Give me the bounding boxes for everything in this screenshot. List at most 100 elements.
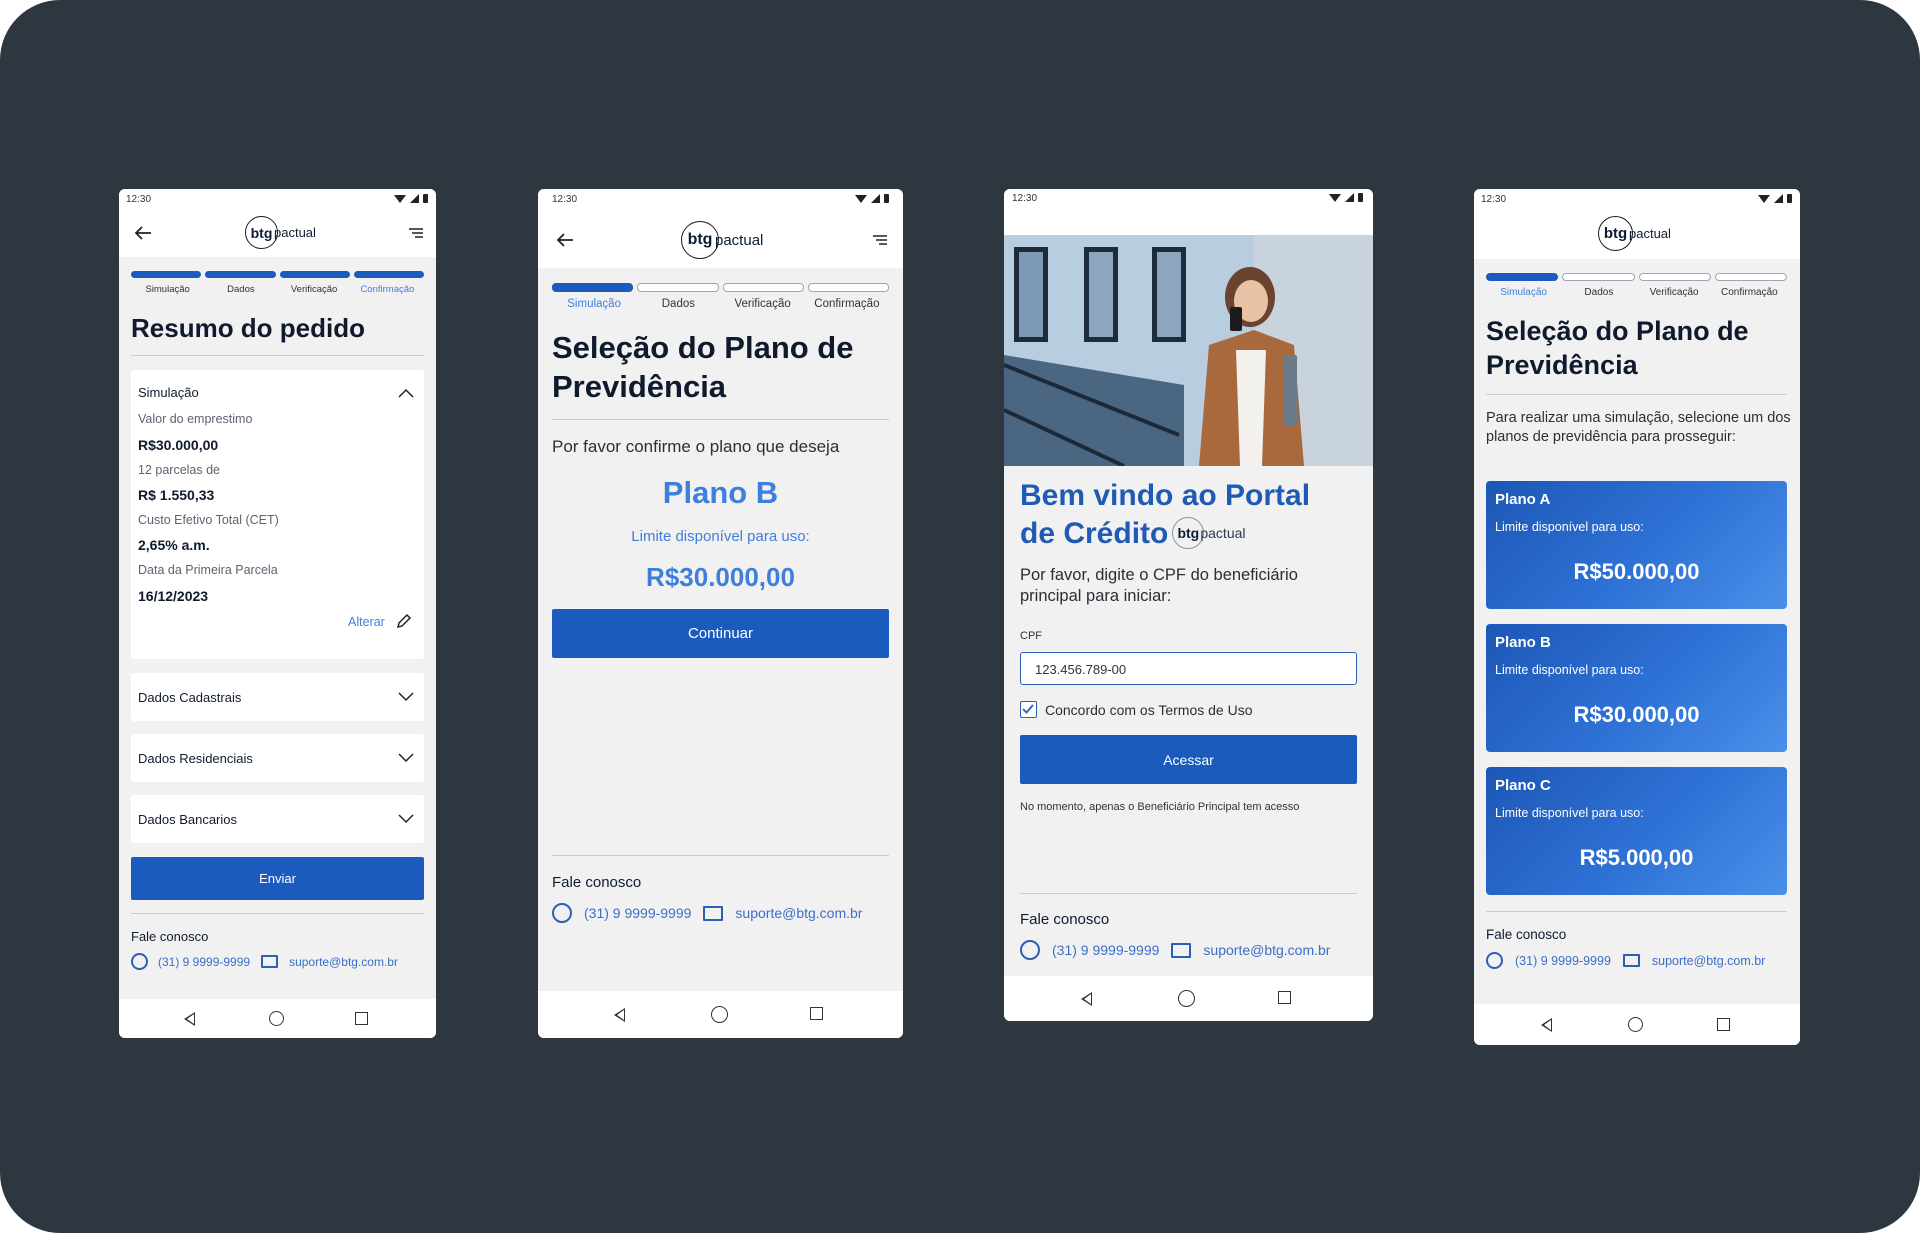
android-nav-bar bbox=[1004, 976, 1373, 1021]
app-header: btg pactual bbox=[119, 209, 436, 257]
contact-phone[interactable]: (31) 9 9999-9999 bbox=[584, 905, 691, 921]
simulation-card: Simulação Valor do emprestimo R$30.000,0… bbox=[131, 370, 424, 659]
pencil-icon[interactable] bbox=[396, 613, 412, 629]
menu-icon[interactable] bbox=[408, 227, 424, 239]
nav-home-icon[interactable] bbox=[1628, 1017, 1643, 1032]
chevron-up-icon[interactable] bbox=[398, 388, 414, 398]
step-label: Dados bbox=[1584, 287, 1614, 298]
contact-title: Fale conosco bbox=[1486, 927, 1567, 942]
chevron-down-icon[interactable] bbox=[398, 753, 414, 763]
contact-email[interactable]: suporte@btg.com.br bbox=[1203, 942, 1330, 958]
chevron-down-icon[interactable] bbox=[398, 814, 414, 824]
plan-card-name: Plano A bbox=[1495, 491, 1551, 508]
step-label: Verificação bbox=[734, 298, 791, 310]
terms-checkbox[interactable] bbox=[1020, 701, 1037, 718]
logo-word: pactual bbox=[1200, 524, 1246, 541]
progress-bar bbox=[552, 283, 889, 292]
mail-icon bbox=[703, 905, 724, 921]
progress-step-1 bbox=[131, 271, 202, 278]
nav-back-icon[interactable] bbox=[184, 1012, 195, 1026]
phone-screen-order-summary: 12:30 btg pactual Simulação Dados Verifica… bbox=[119, 189, 436, 1038]
plan-card-a[interactable]: Plano A Limite disponível para uso: R$50… bbox=[1486, 481, 1787, 609]
simulation-header[interactable]: Simulação bbox=[138, 385, 199, 400]
status-time: 12:30 bbox=[552, 194, 578, 205]
contact-phone[interactable]: (31) 9 9999-9999 bbox=[1052, 942, 1159, 958]
chevron-down-icon[interactable] bbox=[398, 692, 414, 702]
sim-row-value: 16/12/2023 bbox=[138, 588, 209, 604]
divider bbox=[131, 913, 424, 914]
step-label: Confirmação bbox=[814, 298, 880, 310]
progress-step-3 bbox=[722, 283, 804, 292]
welcome-title: Bem vindo ao Portal de Crédito btg pactu… bbox=[1020, 477, 1310, 552]
progress-step-4 bbox=[807, 283, 889, 292]
page-title: Seleção do Plano de Previdência bbox=[552, 329, 853, 407]
plan-card-limit-label: Limite disponível para uso: bbox=[1495, 806, 1644, 820]
signal-icon bbox=[1345, 193, 1354, 202]
nav-recent-icon[interactable] bbox=[810, 1007, 823, 1020]
whatsapp-icon bbox=[1020, 940, 1040, 960]
divider bbox=[552, 855, 889, 856]
step-label-active: Simulação bbox=[1500, 287, 1547, 298]
battery-icon bbox=[1358, 193, 1363, 202]
progress-bar bbox=[1486, 273, 1787, 281]
contact-email[interactable]: suporte@btg.com.br bbox=[735, 905, 862, 921]
cpf-input-value: 123.456.789-00 bbox=[1035, 662, 1127, 677]
progress-step-2 bbox=[205, 271, 276, 278]
page-title-line: Previdência bbox=[1486, 349, 1638, 380]
nav-recent-icon[interactable] bbox=[1717, 1018, 1730, 1031]
plan-card-c[interactable]: Plano C Limite disponível para uso: R$5.… bbox=[1486, 767, 1787, 895]
confirm-prompt: Por favor confirme o plano que deseja bbox=[552, 437, 840, 456]
nav-home-icon[interactable] bbox=[711, 1006, 728, 1023]
plan-card-value: R$30.000,00 bbox=[1573, 702, 1700, 727]
android-nav-bar bbox=[119, 999, 436, 1038]
status-time: 12:30 bbox=[1481, 194, 1507, 205]
status-icons bbox=[1758, 194, 1792, 203]
menu-icon[interactable] bbox=[872, 234, 888, 246]
contact-phone[interactable]: (31) 9 9999-9999 bbox=[158, 955, 250, 969]
signal-icon bbox=[871, 194, 880, 203]
cpf-input[interactable]: 123.456.789-00 bbox=[1020, 652, 1357, 685]
nav-recent-icon[interactable] bbox=[355, 1012, 368, 1025]
contact-row: (31) 9 9999-9999 suporte@btg.com.br bbox=[552, 903, 862, 923]
contact-row: (31) 9 9999-9999 suporte@btg.com.br bbox=[1486, 952, 1765, 969]
app-header: btg pactual bbox=[538, 213, 903, 268]
plan-card-b[interactable]: Plano B Limite disponível para uso: R$30… bbox=[1486, 624, 1787, 752]
intro-text: Para realizar uma simulação, selecione u… bbox=[1486, 410, 1791, 445]
terms-label[interactable]: Concordo com os Termos de Uso bbox=[1045, 702, 1253, 718]
nav-recent-icon[interactable] bbox=[1278, 991, 1291, 1004]
contact-phone[interactable]: (31) 9 9999-9999 bbox=[1515, 954, 1611, 968]
accordion-dados-bancarios[interactable]: Dados Bancarios bbox=[131, 795, 424, 843]
nav-home-icon[interactable] bbox=[269, 1011, 284, 1026]
status-bar: 12:30 bbox=[538, 189, 903, 213]
submit-button[interactable]: Enviar bbox=[131, 857, 424, 900]
contact-title: Fale conosco bbox=[1020, 911, 1110, 928]
cpf-instruction: Por favor, digite o CPF do beneficiário … bbox=[1020, 566, 1298, 606]
sim-row-label: Valor do emprestimo bbox=[138, 412, 253, 426]
nav-back-icon[interactable] bbox=[1541, 1018, 1552, 1032]
limit-value: R$30.000,00 bbox=[646, 562, 795, 592]
btg-pactual-logo: btg pactual bbox=[1598, 216, 1671, 251]
continue-button[interactable]: Continuar bbox=[552, 609, 889, 658]
signal-icon bbox=[1774, 194, 1783, 203]
step-labels: Simulação Dados Verificação Confirmação bbox=[131, 284, 424, 295]
nav-back-icon[interactable] bbox=[614, 1008, 625, 1022]
nav-home-icon[interactable] bbox=[1178, 990, 1195, 1007]
welcome-title-row: de Crédito btg pactual bbox=[1020, 515, 1310, 553]
accordion-dados-cadastrais[interactable]: Dados Cadastrais bbox=[131, 673, 424, 721]
contact-email[interactable]: suporte@btg.com.br bbox=[1652, 954, 1765, 968]
hero-image bbox=[1004, 235, 1373, 466]
page-title-line: Seleção do Plano de bbox=[552, 330, 854, 365]
contact-email[interactable]: suporte@btg.com.br bbox=[289, 955, 398, 969]
whatsapp-icon bbox=[552, 903, 572, 923]
back-arrow-icon[interactable] bbox=[554, 229, 576, 251]
step-label: Dados bbox=[227, 284, 255, 295]
edit-link[interactable]: Alterar bbox=[348, 615, 385, 629]
sim-row-value: R$30.000,00 bbox=[138, 437, 219, 453]
back-arrow-icon[interactable] bbox=[132, 222, 154, 244]
accordion-dados-residenciais[interactable]: Dados Residenciais bbox=[131, 734, 424, 782]
progress-step-4 bbox=[1714, 273, 1787, 281]
cpf-label: CPF bbox=[1020, 630, 1042, 642]
progress-step-4 bbox=[353, 271, 424, 278]
nav-back-icon[interactable] bbox=[1081, 992, 1092, 1006]
access-button[interactable]: Acessar bbox=[1020, 735, 1357, 784]
